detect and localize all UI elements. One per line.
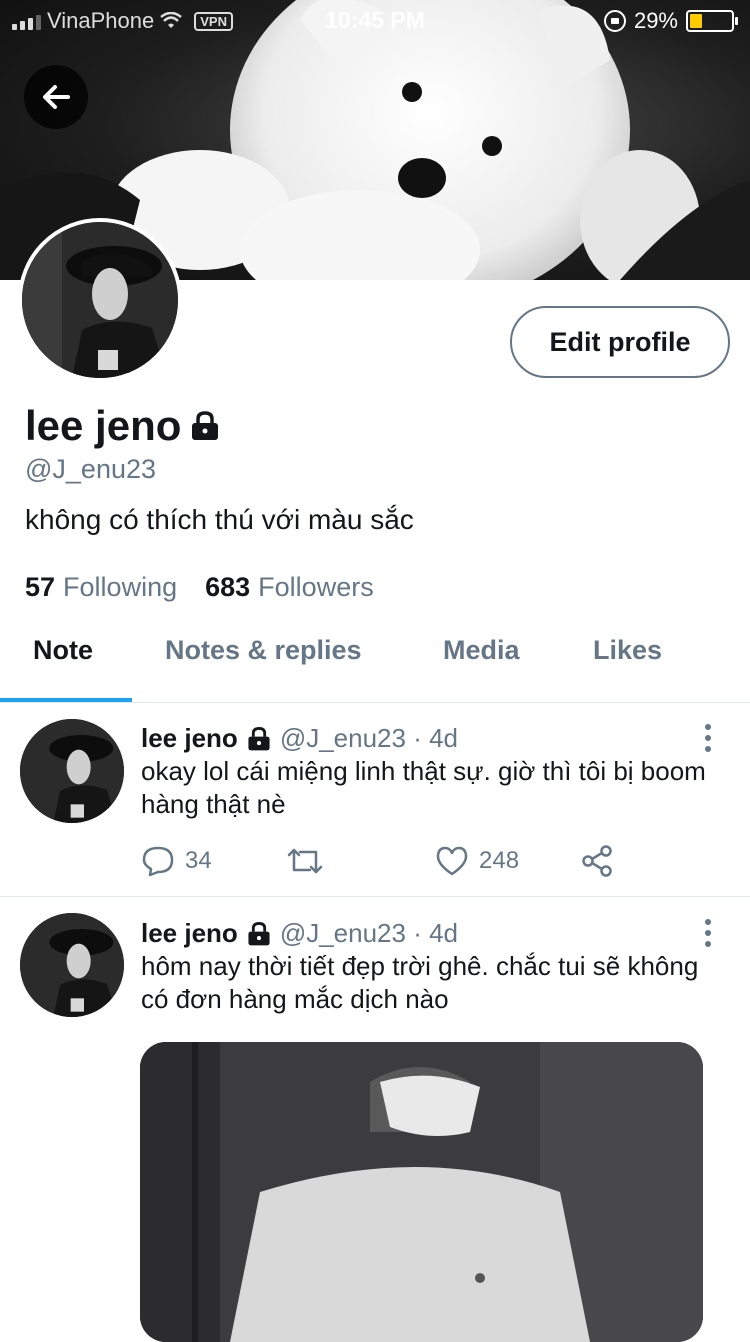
tweet-avatar[interactable] — [20, 913, 124, 1017]
profile-tabs: Note Notes & replies Media Likes — [0, 625, 750, 703]
tweet-text: okay lol cái miệng linh thật sự. giờ thì… — [141, 756, 706, 819]
battery-percent: 29% — [633, 8, 678, 33]
tweet-header: lee jeno @J_enu23 · 4d — [141, 723, 458, 754]
retweet-button[interactable] — [286, 844, 324, 878]
retweet-icon — [287, 848, 323, 874]
lock-icon — [248, 921, 270, 945]
tweet-meta: @J_enu23 · 4d — [279, 723, 459, 753]
reply-icon — [142, 846, 174, 877]
like-count: 248 — [479, 847, 520, 874]
status-bar: VinaPhone VPN 10:45 PM 29% — [0, 0, 750, 40]
like-button[interactable]: 248 — [435, 844, 519, 878]
profile-handle: @J_enu23 — [25, 454, 157, 484]
edit-profile-button[interactable]: Edit profile — [510, 306, 730, 378]
tweet-media-image[interactable] — [140, 1042, 703, 1342]
media-photo — [140, 1042, 703, 1342]
share-icon — [582, 845, 612, 877]
avatar-image — [22, 222, 178, 378]
tweet-actions: 34 248 — [141, 844, 641, 884]
arrow-left-icon — [43, 85, 70, 109]
profile-stats: 57 Following 683 Followers — [25, 572, 374, 603]
tab-note[interactable]: Note — [33, 635, 93, 666]
tweet-author: lee jeno — [141, 918, 238, 948]
tab-likes[interactable]: Likes — [593, 635, 662, 666]
following-label: Following — [63, 572, 178, 602]
followers-label: Followers — [258, 572, 374, 602]
tweet-item[interactable]: lee jeno @J_enu23 · 4d okay lol cái miện… — [0, 703, 750, 896]
lock-icon — [248, 726, 270, 750]
tweet-meta: @J_enu23 · 4d — [279, 918, 459, 948]
avatar-image — [20, 719, 124, 823]
tweet-avatar[interactable] — [20, 719, 124, 823]
lock-icon — [192, 411, 219, 440]
heart-icon — [436, 846, 468, 876]
followers-count: 683 — [205, 572, 251, 602]
avatar-image — [20, 913, 124, 1017]
active-tab-indicator — [0, 698, 132, 702]
battery-icon — [686, 10, 738, 32]
status-right: 29% — [603, 8, 738, 34]
profile-bio: không có thích thú với màu sắc — [25, 504, 414, 535]
tweet-text: hôm nay thời tiết đẹp trời ghê. chắc tui… — [141, 951, 699, 1014]
more-options-icon[interactable] — [698, 723, 718, 753]
rotation-lock-icon — [603, 10, 626, 32]
more-options-icon[interactable] — [698, 918, 718, 948]
tab-media[interactable]: Media — [443, 635, 520, 666]
back-button[interactable] — [24, 65, 88, 129]
profile-avatar[interactable] — [18, 218, 182, 382]
profile-name-row: lee jeno — [25, 402, 221, 450]
profile-name: lee jeno — [25, 402, 182, 449]
tweet-header: lee jeno @J_enu23 · 4d — [141, 918, 458, 949]
followers-link[interactable]: 683 Followers — [205, 572, 374, 603]
battery-level — [690, 14, 702, 28]
following-link[interactable]: 57 Following — [25, 572, 177, 603]
tab-notes-replies[interactable]: Notes & replies — [165, 635, 362, 666]
tweet-author: lee jeno — [141, 723, 238, 753]
reply-button[interactable]: 34 — [141, 844, 212, 878]
following-count: 57 — [25, 572, 56, 602]
share-button[interactable] — [581, 844, 615, 878]
reply-count: 34 — [185, 847, 212, 874]
